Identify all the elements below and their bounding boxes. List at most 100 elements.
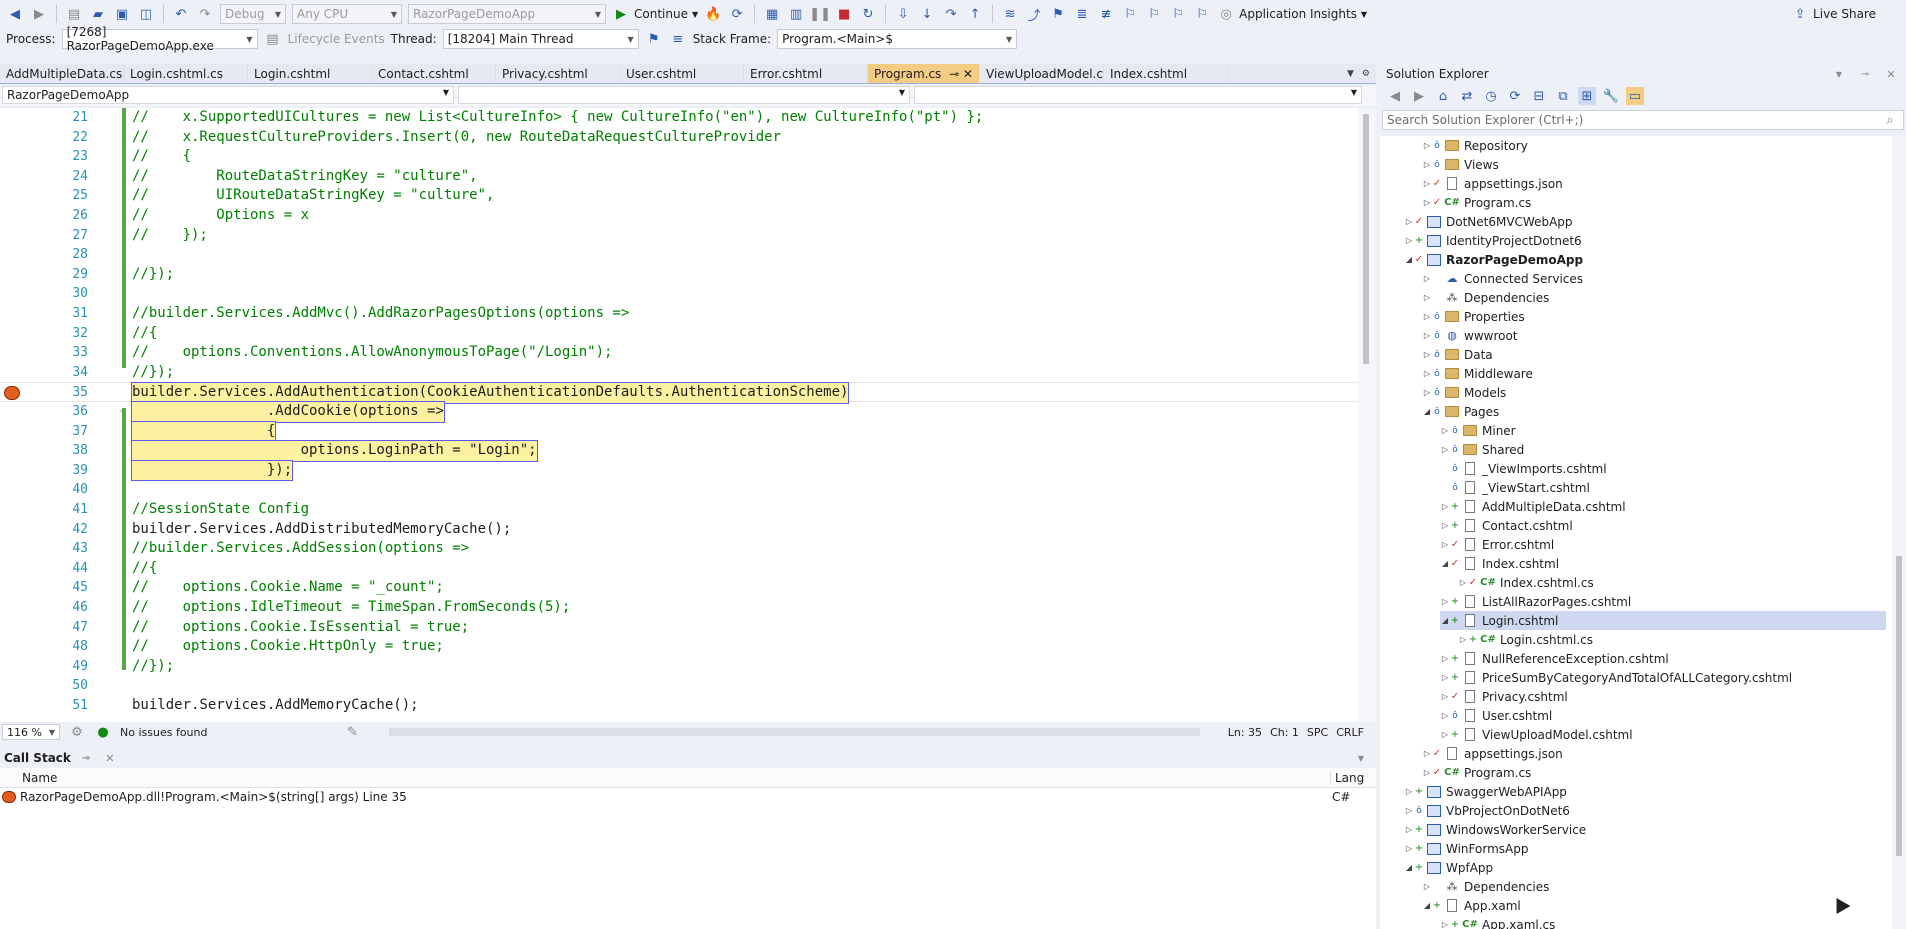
code-editor[interactable]: 21 // x.SupportedUICultures = new List<Cu… xyxy=(0,108,1376,722)
next-bookmark-icon[interactable]: ⚐ xyxy=(1169,5,1187,23)
expand-chevron-icon[interactable]: ▷ xyxy=(1440,711,1450,720)
code-line[interactable]: 28 xyxy=(0,245,1360,265)
instruction-pointer-icon[interactable] xyxy=(4,386,20,401)
live-share-button[interactable]: ⇪ Live Share xyxy=(1791,5,1876,23)
stop-icon[interactable]: ■ xyxy=(835,5,853,23)
collapse-all-icon[interactable]: ⊟ xyxy=(1530,87,1548,105)
settings-gear-icon[interactable]: ⚙ xyxy=(1362,69,1370,79)
tree-item[interactable]: ▷ ✓ Error.cshtml xyxy=(1440,535,1886,554)
code-line[interactable]: 50 xyxy=(0,676,1360,696)
code-line[interactable]: 48 // options.Cookie.HttpOnly = true; xyxy=(0,637,1360,657)
expand-chevron-icon[interactable]: ▷ xyxy=(1422,369,1432,378)
application-insights-button[interactable]: ◎ Application Insights ▼ xyxy=(1217,5,1367,23)
tab-item[interactable]: Login.cshtml.cs xyxy=(124,64,248,83)
expand-chevron-icon[interactable]: ◢ xyxy=(1422,407,1432,416)
expand-chevron-icon[interactable]: ▷ xyxy=(1404,217,1414,226)
threads-icon[interactable]: ⤴ xyxy=(1025,5,1043,24)
redo-icon[interactable]: ↷ xyxy=(196,5,214,23)
tree-item[interactable]: ▷ + AddMultipleData.cshtml xyxy=(1440,497,1886,516)
issues-status[interactable]: No issues found xyxy=(120,726,207,739)
code-line[interactable]: 33 // options.Conventions.AllowAnonymousT… xyxy=(0,343,1360,363)
tree-item[interactable]: ▷ ô ◍ wwwroot xyxy=(1422,326,1886,345)
expand-chevron-icon[interactable]: ◢ xyxy=(1404,255,1414,264)
expand-chevron-icon[interactable]: ▷ xyxy=(1422,179,1432,188)
expand-chevron-icon[interactable]: ▷ xyxy=(1404,806,1414,815)
code-line[interactable]: 45 // options.Cookie.Name = "_count"; xyxy=(0,578,1360,598)
configuration-select[interactable]: Debug ▼ xyxy=(220,4,286,24)
chevron-down-icon[interactable]: ▼ xyxy=(1830,65,1848,83)
stack-frame-select[interactable]: Program.<Main>$ ▼ xyxy=(777,29,1018,49)
tree-item[interactable]: ▷ + IdentityProjectDotnet6 xyxy=(1404,231,1886,250)
code-line[interactable]: 40 xyxy=(0,480,1360,500)
tree-item[interactable]: ▷ + SwaggerWebAPIApp xyxy=(1404,782,1886,801)
code-line[interactable]: 44 //{ xyxy=(0,559,1360,579)
expand-chevron-icon[interactable]: ▷ xyxy=(1440,673,1450,682)
expand-chevron-icon[interactable]: ▷ xyxy=(1422,768,1432,777)
code-line[interactable]: 46 // options.IdleTimeout = TimeSpan.From… xyxy=(0,598,1360,618)
startup-project-select[interactable]: RazorPageDemoApp ▼ xyxy=(408,4,606,24)
tree-item[interactable]: ▷ ✓ C# Index.cshtml.cs xyxy=(1458,573,1886,592)
expand-chevron-icon[interactable]: ▷ xyxy=(1422,293,1432,302)
zoom-select[interactable]: 116 % ▼ xyxy=(2,724,60,740)
editor-vertical-scrollbar[interactable] xyxy=(1358,108,1376,722)
show-all-files-icon[interactable]: ⧉ xyxy=(1554,87,1572,105)
expand-chevron-icon[interactable]: ▷ xyxy=(1422,331,1432,340)
code-line[interactable]: 47 // options.Cookie.IsEssential = true; xyxy=(0,618,1360,638)
code-line[interactable]: 37 { xyxy=(0,420,1360,443)
tree-item[interactable]: ▷ ô Data xyxy=(1422,345,1886,364)
tab-item[interactable]: Error.cshtml xyxy=(744,64,868,83)
git-icon[interactable]: ⚙ xyxy=(68,723,86,741)
forward-icon[interactable]: ▶ xyxy=(1410,87,1428,105)
filter-icon[interactable]: ⊞ xyxy=(1578,87,1596,105)
expand-chevron-icon[interactable]: ▷ xyxy=(1422,882,1432,891)
column-name[interactable]: Name xyxy=(0,771,1330,785)
clear-bookmarks-icon[interactable]: ⚐ xyxy=(1193,5,1211,23)
tree-item[interactable]: ▷ + ViewUploadModel.cshtml xyxy=(1440,725,1886,744)
refresh-icon[interactable]: ⟳ xyxy=(728,5,746,23)
tree-item[interactable]: ▷ ô Middleware xyxy=(1422,364,1886,383)
tree-item[interactable]: ▷ + ListAllRazorPages.cshtml xyxy=(1440,592,1886,611)
scrollbar-thumb[interactable] xyxy=(1363,114,1369,364)
tree-item[interactable]: ô _ViewImports.cshtml xyxy=(1440,459,1886,478)
expand-chevron-icon[interactable]: ▷ xyxy=(1440,654,1450,663)
code-line[interactable]: 23 // { xyxy=(0,147,1360,167)
open-folder-icon[interactable]: ▰ xyxy=(89,5,107,23)
close-icon[interactable]: ✕ xyxy=(101,749,119,767)
solution-search-input[interactable]: Search Solution Explorer (Ctrl+;) ⌕ xyxy=(1382,110,1904,130)
expand-chevron-icon[interactable]: ▷ xyxy=(1440,540,1450,549)
column-language[interactable]: Lang xyxy=(1330,770,1364,785)
tab-overflow-icon[interactable]: ▼ xyxy=(1347,69,1354,79)
tree-item[interactable]: ▷ ⁂ Dependencies xyxy=(1422,288,1886,307)
tree-item[interactable]: ▷ + WinFormsApp xyxy=(1404,839,1886,858)
tab-item[interactable]: Index.cshtml xyxy=(1104,64,1228,83)
expand-chevron-icon[interactable]: ▷ xyxy=(1404,844,1414,853)
chevron-down-icon[interactable]: ▼ xyxy=(1352,749,1370,767)
expand-chevron-icon[interactable]: ▷ xyxy=(1440,426,1450,435)
tab-item[interactable]: Contact.cshtml xyxy=(372,64,496,83)
code-line[interactable]: 30 xyxy=(0,284,1360,304)
code-line[interactable]: 29 //}); xyxy=(0,265,1360,285)
member-navigation-select[interactable]: ▼ xyxy=(914,86,1362,104)
pin-icon[interactable]: ⊸ xyxy=(1856,65,1874,83)
code-line[interactable]: 34 //}); xyxy=(0,363,1360,383)
expand-chevron-icon[interactable]: ▷ xyxy=(1422,312,1432,321)
code-line[interactable]: 39 }); xyxy=(0,459,1360,482)
tree-item[interactable]: ▷ + C# Login.cshtml.cs xyxy=(1458,630,1886,649)
expand-chevron-icon[interactable]: ▷ xyxy=(1404,236,1414,245)
comment-icon[interactable]: ≣ xyxy=(1073,5,1091,23)
tree-item[interactable]: ▷ + C# App.xaml.cs xyxy=(1440,915,1886,929)
expand-chevron-icon[interactable]: ▷ xyxy=(1422,198,1432,207)
expand-chevron-icon[interactable]: ▷ xyxy=(1440,502,1450,511)
code-line[interactable]: 27 // }); xyxy=(0,226,1360,246)
prev-bookmark-icon[interactable]: ⚐ xyxy=(1145,5,1163,23)
whitespace-indicator[interactable]: SPC xyxy=(1307,726,1328,739)
expand-chevron-icon[interactable]: ▷ xyxy=(1440,597,1450,606)
code-line[interactable]: 26 // Options = x xyxy=(0,206,1360,226)
thread-select[interactable]: [18204] Main Thread ▼ xyxy=(442,29,639,49)
expand-chevron-icon[interactable]: ▷ xyxy=(1422,274,1432,283)
tree-item[interactable]: ◢ + App.xaml xyxy=(1422,896,1886,915)
expand-chevron-icon[interactable]: ▷ xyxy=(1458,635,1468,644)
breakpoint-toggle-icon[interactable]: ⚑ xyxy=(1049,5,1067,23)
tree-item[interactable]: ▷ ô VbProjectOnDotNet6 xyxy=(1404,801,1886,820)
home-icon[interactable]: ⌂ xyxy=(1434,87,1452,105)
